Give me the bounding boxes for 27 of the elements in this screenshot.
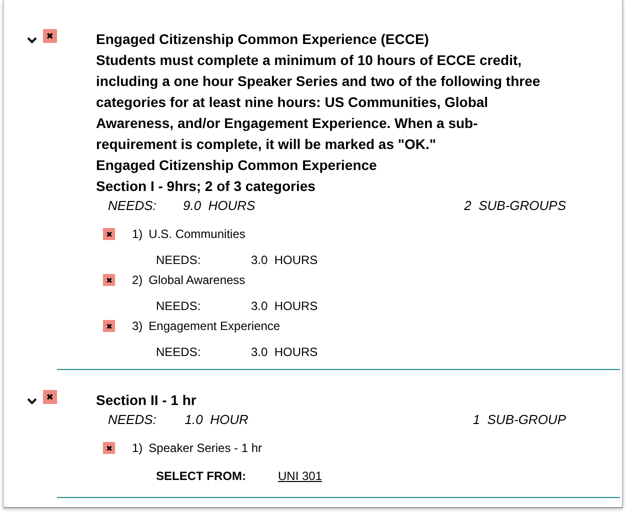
needs-amount: 1.0 HOUR (184, 412, 250, 427)
needs-amount: 3.0 HOURS (251, 253, 318, 267)
course-link[interactable]: UNI 301 (278, 469, 322, 483)
sub-requirement-name: Engagement Experience (148, 319, 280, 333)
needs-label: NEEDS: (156, 253, 202, 267)
item-number: 1) (132, 441, 143, 455)
sub-group-count: 2 SUB-GROUPS (464, 198, 566, 213)
requirement-title: Section II - 1 hr (96, 391, 198, 410)
needs-amount: 3.0 HOURS (251, 345, 318, 359)
needs-label: NEEDS: (156, 345, 202, 359)
sub-requirement-name: U.S. Communities (148, 227, 246, 241)
needs-label: NEEDS: (156, 299, 202, 313)
select-from-label: SELECT FROM: (156, 469, 247, 483)
requirement-subtitle: Engaged Citizenship Common Experience (96, 156, 378, 175)
requirement-title: Engaged Citizenship Common Experience (ECCE) (96, 30, 430, 49)
requirement-subtitle: Section I - 9hrs; 2 of 3 categories (96, 177, 316, 196)
item-number: 1) (132, 227, 143, 241)
item-number: 3) (132, 319, 143, 333)
needs-amount: 9.0 HOURS (182, 198, 256, 213)
requirement-description: Students must complete a minimum of 10 hours of ECCE credit, including a one hour Speaker Series and two of the following three categories for at least nine hours: US Communities, Global Awareness, and/or Engagement Experience. When a sub-requirement is complete, it will be marked as "OK." (96, 51, 541, 154)
sub-requirement-name: Global Awareness (148, 273, 246, 287)
needs-label: NEEDS: (108, 412, 158, 427)
sub-group-count: 1 SUB-GROUP (472, 412, 566, 427)
item-number: 2) (132, 273, 143, 287)
sub-requirement-name: Speaker Series - 1 hr (148, 441, 262, 455)
needs-label: NEEDS: (108, 198, 158, 213)
needs-amount: 3.0 HOURS (251, 299, 318, 313)
